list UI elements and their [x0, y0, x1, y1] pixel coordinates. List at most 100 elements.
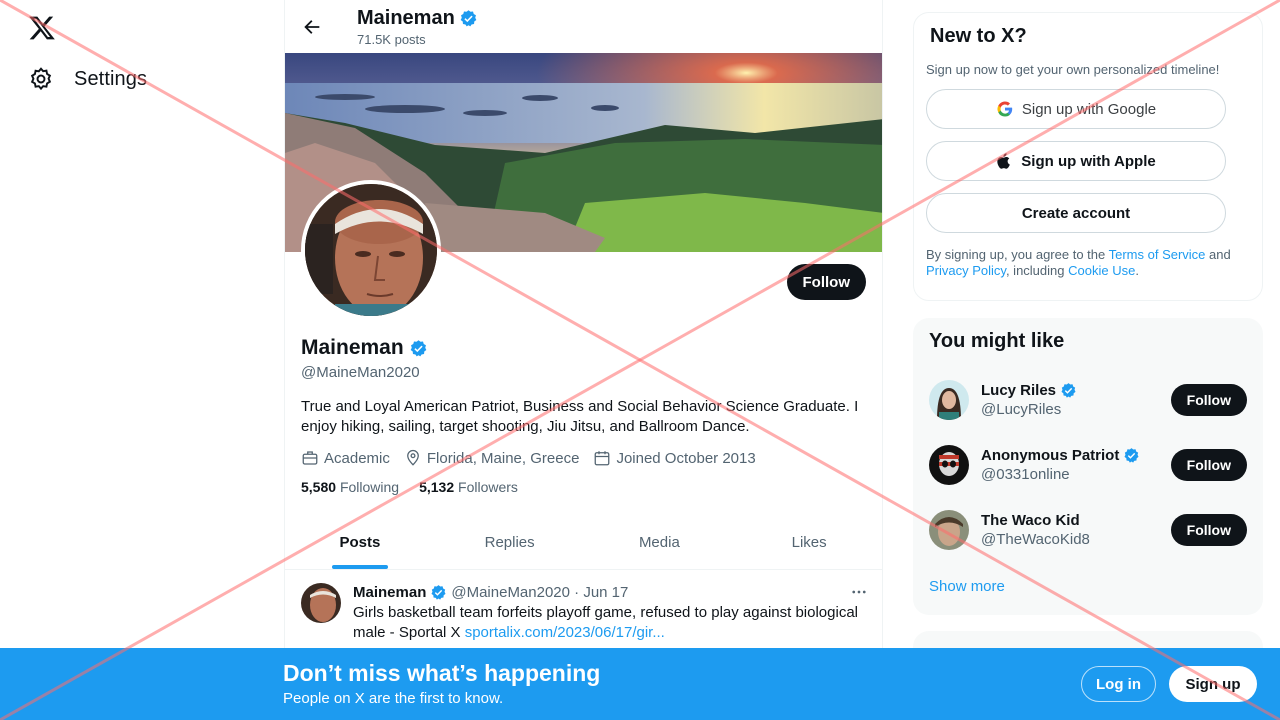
signup-apple-button[interactable]: Sign up with Apple	[926, 141, 1226, 181]
suggested-follow-button[interactable]: Follow	[1170, 514, 1247, 546]
signup-terms: By signing up, you agree to the Terms of…	[926, 247, 1246, 279]
following-link[interactable]: 5,580 Following	[301, 479, 399, 495]
verified-badge-icon	[431, 584, 446, 600]
profile-tabs: Posts Replies Media Likes	[285, 516, 882, 570]
post-body: Maineman @MaineMan2020 · Jun 17 Girls ba…	[353, 583, 868, 643]
terms-and: and	[1205, 247, 1231, 262]
new-to-x-card: New to X? Sign up now to get your own pe…	[913, 12, 1263, 301]
profile-info: Maineman @MaineMan2020 True and Loyal Am…	[301, 336, 869, 495]
google-icon	[997, 101, 1013, 117]
header-posts-count: 71.5K posts	[357, 31, 426, 47]
profile-joined-text: Joined October 2013	[616, 449, 756, 467]
apple-icon	[997, 153, 1011, 169]
tab-posts[interactable]: Posts	[285, 516, 435, 569]
x-logo-icon[interactable]	[28, 14, 56, 42]
post-text: Girls basketball team forfeits playoff g…	[353, 603, 868, 643]
signup-banner: Don’t miss what’s happening People on X …	[0, 648, 1280, 720]
suggested-user-handle: @LucyRiles	[981, 401, 1062, 418]
login-button[interactable]: Log in	[1081, 666, 1156, 702]
profile-meta: Academic Florida, Maine, Greece Joined O…	[301, 449, 869, 467]
signup-google-label: Sign up with Google	[1021, 100, 1157, 118]
suggested-follow-button[interactable]: Follow	[1170, 449, 1247, 481]
post-item[interactable]: Maineman @MaineMan2020 · Jun 17 Girls ba…	[285, 571, 882, 655]
suggested-user-name: Anonymous Patriot	[981, 447, 1171, 464]
profile-handle: @MaineMan2020	[301, 364, 420, 381]
terms-of-service-link[interactable]: Terms of Service	[1109, 247, 1206, 262]
profile-header-bar: Maineman 71.5K posts	[285, 0, 882, 53]
post-author-name[interactable]: Maineman	[353, 584, 426, 601]
signup-apple-label: Sign up with Apple	[1021, 152, 1156, 170]
suggested-user-name-text[interactable]: Anonymous Patriot	[981, 447, 1119, 464]
tab-media[interactable]: Media	[585, 516, 735, 569]
followers-label: Followers	[458, 479, 518, 495]
new-to-x-subtitle: Sign up now to get your own personalized…	[926, 62, 1220, 77]
location-pin-icon	[406, 449, 419, 466]
verified-badge-icon	[460, 9, 477, 26]
nav-settings[interactable]: Settings	[28, 66, 147, 92]
suggested-user-name: Lucy Riles	[981, 382, 1171, 399]
back-arrow-icon[interactable]	[301, 16, 323, 38]
new-to-x-title: New to X?	[930, 25, 1027, 47]
profile-avatar[interactable]	[301, 180, 441, 320]
tab-likes[interactable]: Likes	[734, 516, 882, 569]
suggested-user-handle: @0331online	[981, 466, 1070, 483]
terms-including: , including	[1005, 263, 1069, 278]
privacy-policy-link[interactable]: Privacy Policy	[926, 263, 1006, 278]
verified-badge-icon	[1061, 383, 1076, 398]
suggested-user-info: The Waco Kid @TheWacoKid8	[981, 512, 1171, 548]
briefcase-icon	[302, 451, 318, 465]
suggested-user-info: Lucy Riles @LucyRiles	[981, 382, 1171, 418]
suggested-user-row[interactable]: The Waco Kid @TheWacoKid8 Follow	[929, 507, 1247, 553]
signup-banner-title: Don’t miss what’s happening	[283, 660, 601, 686]
suggested-user-name-text[interactable]: The Waco Kid	[981, 512, 1080, 529]
suggested-user-avatar[interactable]	[929, 445, 969, 485]
terms-end: .	[1135, 263, 1139, 278]
more-options-icon[interactable]	[850, 583, 868, 601]
post-header: Maineman @MaineMan2020 · Jun 17	[353, 583, 868, 601]
profile-column: Maineman 71.5K posts Follow Maineman @Ma…	[284, 0, 883, 720]
profile-category-text: Academic	[324, 449, 390, 467]
gear-icon	[30, 67, 52, 91]
post-handle-date: @MaineMan2020 · Jun 17	[451, 583, 629, 601]
post-avatar[interactable]	[301, 583, 341, 623]
signup-button[interactable]: Sign up	[1169, 666, 1257, 702]
profile-bio: True and Loyal American Patriot, Busines…	[301, 398, 859, 435]
signup-banner-subtitle: People on X are the first to know.	[283, 690, 504, 707]
follow-button[interactable]: Follow	[786, 264, 866, 300]
post-link[interactable]: sportalix.com/2023/06/17/gir...	[465, 624, 665, 641]
tab-replies[interactable]: Replies	[435, 516, 585, 569]
verified-badge-icon	[410, 339, 427, 356]
follow-counts: 5,580 Following 5,132 Followers	[301, 479, 869, 495]
suggested-follow-button[interactable]: Follow	[1170, 384, 1247, 416]
suggested-user-row[interactable]: Lucy Riles @LucyRiles Follow	[929, 377, 1247, 423]
cookie-use-link[interactable]: Cookie Use	[1068, 263, 1135, 278]
create-account-button[interactable]: Create account	[926, 193, 1226, 233]
left-nav: Settings	[0, 0, 284, 720]
following-count: 5,580	[301, 479, 337, 495]
followers-link[interactable]: 5,132 Followers	[419, 479, 518, 495]
nav-settings-label: Settings	[74, 67, 148, 90]
verified-badge-icon	[1124, 448, 1139, 463]
you-might-like-card: You might like Lucy Riles @LucyRiles Fol…	[913, 318, 1263, 615]
header-name-text: Maineman	[357, 6, 455, 29]
profile-name-text: Maineman	[301, 336, 404, 359]
suggested-user-name: The Waco Kid	[981, 512, 1171, 529]
calendar-icon	[595, 451, 610, 466]
suggested-user-row[interactable]: Anonymous Patriot @0331online Follow	[929, 442, 1247, 488]
suggested-user-handle: @TheWacoKid8	[981, 531, 1090, 548]
header-profile-name: Maineman	[357, 7, 478, 30]
followers-count: 5,132	[419, 479, 455, 495]
following-label: Following	[339, 479, 400, 495]
profile-joined: Joined October 2013	[593, 449, 756, 467]
suggested-user-avatar[interactable]	[929, 510, 969, 550]
suggested-user-avatar[interactable]	[929, 380, 969, 420]
terms-prefix: By signing up, you agree to the	[926, 247, 1109, 262]
suggested-user-info: Anonymous Patriot @0331online	[981, 447, 1171, 483]
show-more-link[interactable]: Show more	[929, 578, 1005, 595]
you-might-like-title: You might like	[929, 330, 1065, 352]
profile-location: Florida, Maine, Greece	[404, 449, 580, 467]
profile-category: Academic	[301, 449, 390, 467]
signup-google-button[interactable]: Sign up with Google	[926, 89, 1226, 129]
suggested-user-name-text[interactable]: Lucy Riles	[981, 382, 1056, 399]
profile-location-text: Florida, Maine, Greece	[426, 449, 580, 467]
